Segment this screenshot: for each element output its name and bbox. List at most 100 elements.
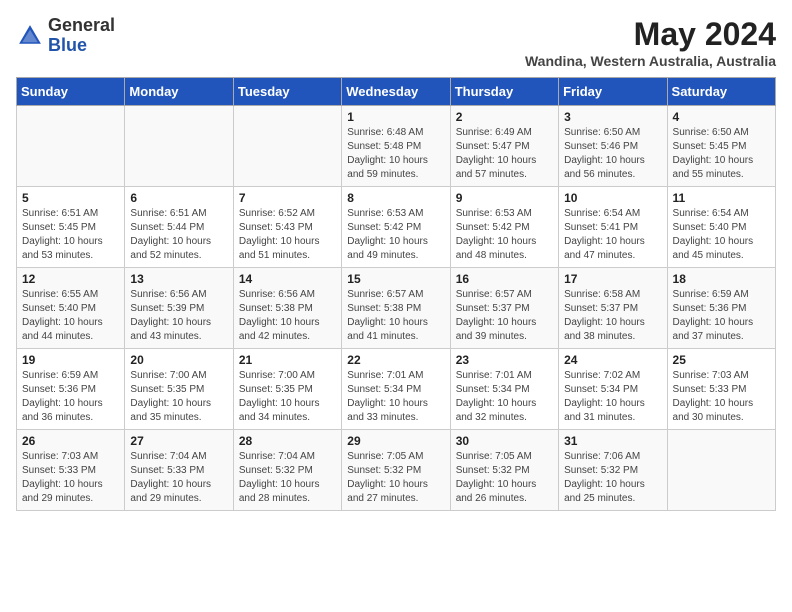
- empty-cell: [125, 106, 233, 187]
- day-cell-28: 28 Sunrise: 7:04 AM Sunset: 5:32 PM Dayli…: [233, 430, 341, 511]
- day-number: 13: [130, 272, 227, 286]
- day-cell-24: 24 Sunrise: 7:02 AM Sunset: 5:34 PM Dayli…: [559, 349, 667, 430]
- day-info: Sunrise: 7:06 AM Sunset: 5:32 PM Dayligh…: [564, 450, 661, 506]
- day-number: 26: [22, 434, 119, 448]
- day-number: 30: [456, 434, 553, 448]
- day-number: 29: [347, 434, 444, 448]
- week-row-2: 5 Sunrise: 6:51 AM Sunset: 5:45 PM Daylig…: [17, 187, 776, 268]
- logo-icon: [16, 22, 44, 50]
- day-info: Sunrise: 6:56 AM Sunset: 5:38 PM Dayligh…: [239, 288, 336, 344]
- day-number: 20: [130, 353, 227, 367]
- day-number: 4: [673, 110, 770, 124]
- day-info: Sunrise: 6:57 AM Sunset: 5:37 PM Dayligh…: [456, 288, 553, 344]
- day-number: 9: [456, 191, 553, 205]
- calendar-header-row: SundayMondayTuesdayWednesdayThursdayFrid…: [17, 78, 776, 106]
- col-header-friday: Friday: [559, 78, 667, 106]
- day-cell-20: 20Sunrise: 7:00 AM Sunset: 5:35 PM Dayli…: [125, 349, 233, 430]
- week-row-5: 26 Sunrise: 7:03 AM Sunset: 5:33 PM Dayli…: [17, 430, 776, 511]
- day-number: 21: [239, 353, 336, 367]
- day-cell-18: 18 Sunrise: 6:59 AM Sunset: 5:36 PM Dayli…: [667, 268, 775, 349]
- day-cell-10: 10Sunrise: 6:54 AM Sunset: 5:41 PM Dayli…: [559, 187, 667, 268]
- day-info: Sunrise: 6:50 AM Sunset: 5:45 PM Dayligh…: [673, 126, 770, 182]
- day-info: Sunrise: 7:05 AM Sunset: 5:32 PM Dayligh…: [456, 450, 553, 506]
- day-cell-16: 16 Sunrise: 6:57 AM Sunset: 5:37 PM Dayli…: [450, 268, 558, 349]
- col-header-sunday: Sunday: [17, 78, 125, 106]
- day-info: Sunrise: 7:01 AM Sunset: 5:34 PM Dayligh…: [347, 369, 444, 425]
- location: Wandina, Western Australia, Australia: [525, 53, 776, 69]
- day-info: Sunrise: 6:58 AM Sunset: 5:37 PM Dayligh…: [564, 288, 661, 344]
- day-cell-5: 5 Sunrise: 6:51 AM Sunset: 5:45 PM Daylig…: [17, 187, 125, 268]
- day-info: Sunrise: 6:51 AM Sunset: 5:44 PM Dayligh…: [130, 207, 227, 263]
- col-header-wednesday: Wednesday: [342, 78, 450, 106]
- day-cell-27: 27Sunrise: 7:04 AM Sunset: 5:33 PM Dayli…: [125, 430, 233, 511]
- day-number: 17: [564, 272, 661, 286]
- day-number: 24: [564, 353, 661, 367]
- day-number: 2: [456, 110, 553, 124]
- day-cell-25: 25Sunrise: 7:03 AM Sunset: 5:33 PM Dayli…: [667, 349, 775, 430]
- week-row-1: 1Sunrise: 6:48 AM Sunset: 5:48 PM Daylig…: [17, 106, 776, 187]
- empty-cell: [17, 106, 125, 187]
- day-info: Sunrise: 6:49 AM Sunset: 5:47 PM Dayligh…: [456, 126, 553, 182]
- day-cell-26: 26 Sunrise: 7:03 AM Sunset: 5:33 PM Dayli…: [17, 430, 125, 511]
- day-info: Sunrise: 6:55 AM Sunset: 5:40 PM Dayligh…: [22, 288, 119, 344]
- day-number: 6: [130, 191, 227, 205]
- week-row-4: 19Sunrise: 6:59 AM Sunset: 5:36 PM Dayli…: [17, 349, 776, 430]
- day-number: 15: [347, 272, 444, 286]
- day-number: 5: [22, 191, 119, 205]
- day-cell-17: 17 Sunrise: 6:58 AM Sunset: 5:37 PM Dayli…: [559, 268, 667, 349]
- day-info: Sunrise: 7:03 AM Sunset: 5:33 PM Dayligh…: [22, 450, 119, 506]
- day-cell-2: 2 Sunrise: 6:49 AM Sunset: 5:47 PM Daylig…: [450, 106, 558, 187]
- day-number: 18: [673, 272, 770, 286]
- day-number: 22: [347, 353, 444, 367]
- day-info: Sunrise: 6:57 AM Sunset: 5:38 PM Dayligh…: [347, 288, 444, 344]
- day-cell-11: 11 Sunrise: 6:54 AM Sunset: 5:40 PM Dayli…: [667, 187, 775, 268]
- day-number: 28: [239, 434, 336, 448]
- day-info: Sunrise: 7:04 AM Sunset: 5:32 PM Dayligh…: [239, 450, 336, 506]
- day-info: Sunrise: 6:50 AM Sunset: 5:46 PM Dayligh…: [564, 126, 661, 182]
- day-number: 8: [347, 191, 444, 205]
- day-cell-21: 21Sunrise: 7:00 AM Sunset: 5:35 PM Dayli…: [233, 349, 341, 430]
- day-cell-8: 8 Sunrise: 6:53 AM Sunset: 5:42 PM Daylig…: [342, 187, 450, 268]
- day-info: Sunrise: 7:02 AM Sunset: 5:34 PM Dayligh…: [564, 369, 661, 425]
- day-cell-30: 30 Sunrise: 7:05 AM Sunset: 5:32 PM Dayli…: [450, 430, 558, 511]
- day-info: Sunrise: 6:53 AM Sunset: 5:42 PM Dayligh…: [347, 207, 444, 263]
- day-number: 16: [456, 272, 553, 286]
- day-info: Sunrise: 6:59 AM Sunset: 5:36 PM Dayligh…: [673, 288, 770, 344]
- day-info: Sunrise: 6:51 AM Sunset: 5:45 PM Dayligh…: [22, 207, 119, 263]
- month-year: May 2024: [525, 16, 776, 53]
- day-info: Sunrise: 7:01 AM Sunset: 5:34 PM Dayligh…: [456, 369, 553, 425]
- day-info: Sunrise: 6:53 AM Sunset: 5:42 PM Dayligh…: [456, 207, 553, 263]
- day-info: Sunrise: 6:54 AM Sunset: 5:40 PM Dayligh…: [673, 207, 770, 263]
- day-cell-22: 22 Sunrise: 7:01 AM Sunset: 5:34 PM Dayli…: [342, 349, 450, 430]
- day-number: 12: [22, 272, 119, 286]
- day-info: Sunrise: 6:59 AM Sunset: 5:36 PM Dayligh…: [22, 369, 119, 425]
- day-cell-19: 19Sunrise: 6:59 AM Sunset: 5:36 PM Dayli…: [17, 349, 125, 430]
- day-number: 11: [673, 191, 770, 205]
- day-info: Sunrise: 7:05 AM Sunset: 5:32 PM Dayligh…: [347, 450, 444, 506]
- empty-cell: [233, 106, 341, 187]
- empty-cell: [667, 430, 775, 511]
- day-cell-29: 29 Sunrise: 7:05 AM Sunset: 5:32 PM Dayli…: [342, 430, 450, 511]
- day-cell-14: 14Sunrise: 6:56 AM Sunset: 5:38 PM Dayli…: [233, 268, 341, 349]
- day-info: Sunrise: 6:48 AM Sunset: 5:48 PM Dayligh…: [347, 126, 444, 182]
- day-number: 3: [564, 110, 661, 124]
- col-header-monday: Monday: [125, 78, 233, 106]
- day-number: 23: [456, 353, 553, 367]
- day-cell-7: 7Sunrise: 6:52 AM Sunset: 5:43 PM Daylig…: [233, 187, 341, 268]
- day-cell-9: 9 Sunrise: 6:53 AM Sunset: 5:42 PM Daylig…: [450, 187, 558, 268]
- day-number: 31: [564, 434, 661, 448]
- day-cell-1: 1Sunrise: 6:48 AM Sunset: 5:48 PM Daylig…: [342, 106, 450, 187]
- day-cell-3: 3 Sunrise: 6:50 AM Sunset: 5:46 PM Daylig…: [559, 106, 667, 187]
- day-cell-12: 12 Sunrise: 6:55 AM Sunset: 5:40 PM Dayli…: [17, 268, 125, 349]
- col-header-thursday: Thursday: [450, 78, 558, 106]
- day-info: Sunrise: 6:56 AM Sunset: 5:39 PM Dayligh…: [130, 288, 227, 344]
- page-header: General Blue May 2024 Wandina, Western A…: [16, 16, 776, 69]
- title-block: May 2024 Wandina, Western Australia, Aus…: [525, 16, 776, 69]
- col-header-saturday: Saturday: [667, 78, 775, 106]
- day-cell-31: 31 Sunrise: 7:06 AM Sunset: 5:32 PM Dayli…: [559, 430, 667, 511]
- logo: General Blue: [16, 16, 115, 56]
- day-number: 7: [239, 191, 336, 205]
- day-cell-4: 4 Sunrise: 6:50 AM Sunset: 5:45 PM Daylig…: [667, 106, 775, 187]
- day-info: Sunrise: 7:03 AM Sunset: 5:33 PM Dayligh…: [673, 369, 770, 425]
- logo-text: General Blue: [48, 16, 115, 56]
